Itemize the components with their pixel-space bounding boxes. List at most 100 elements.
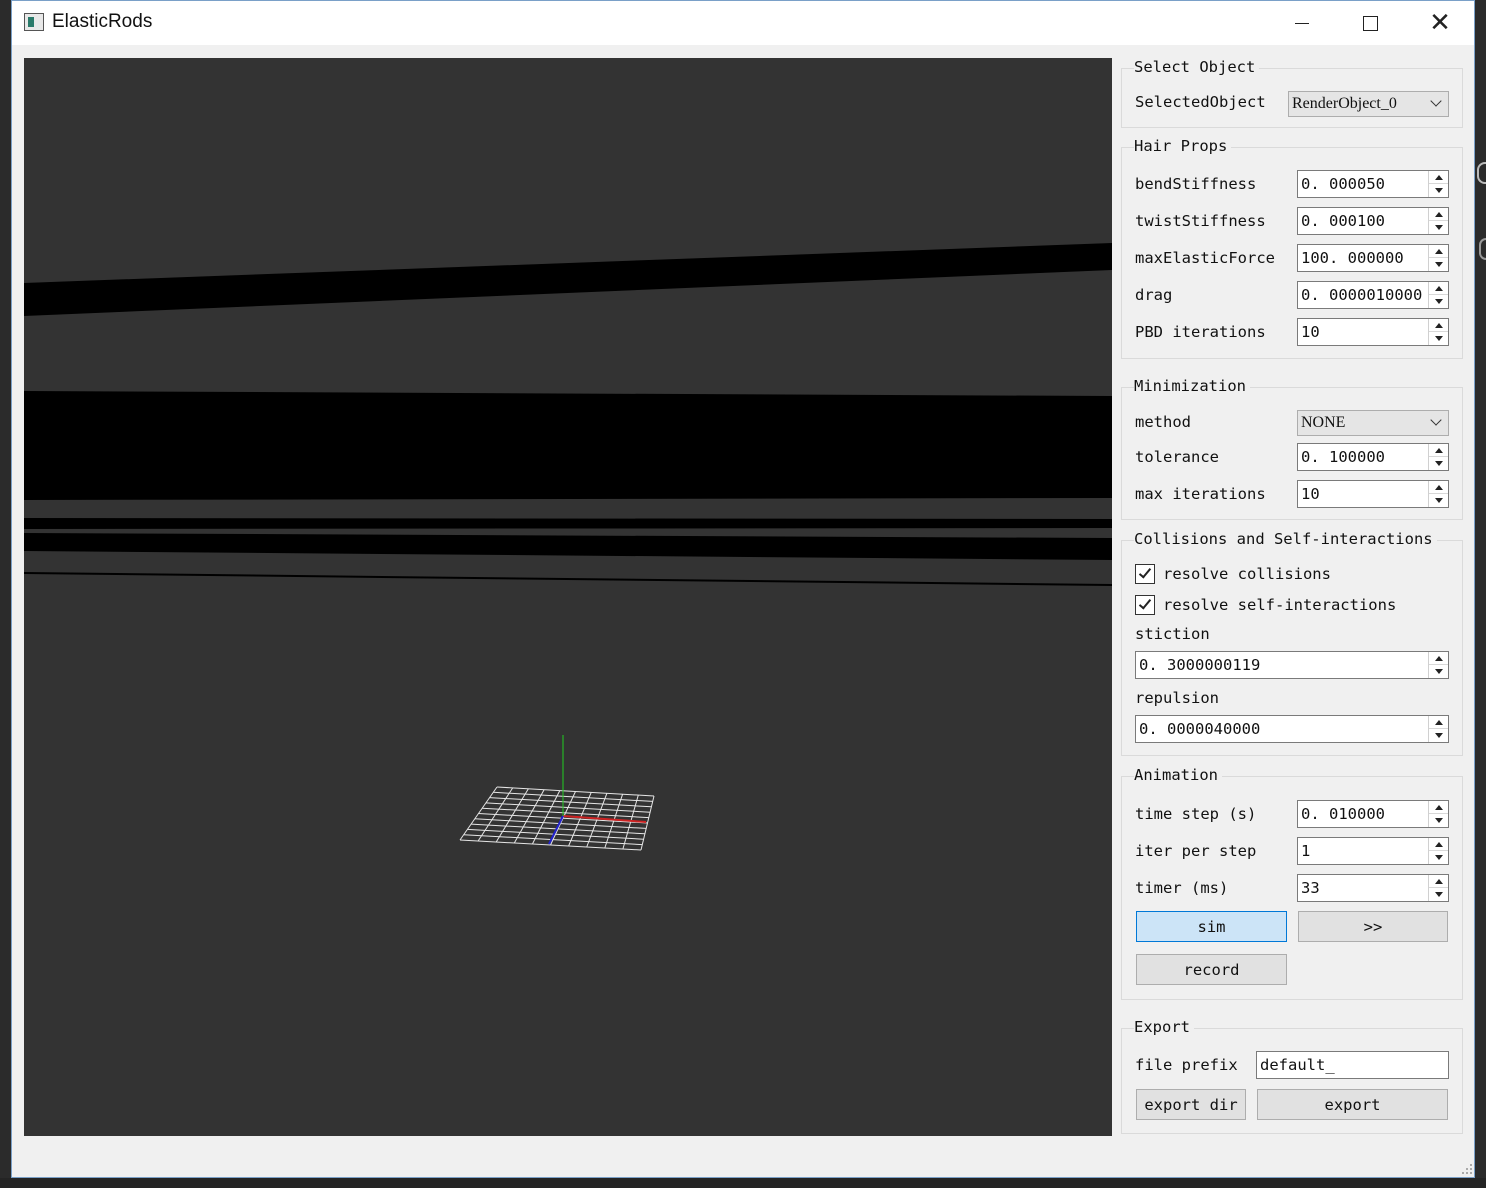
max-iterations-spinbox[interactable]: 10 — [1297, 480, 1449, 508]
spin-down-icon[interactable] — [1429, 295, 1448, 308]
spin-arrows[interactable] — [1428, 481, 1448, 507]
spin-arrows[interactable] — [1428, 282, 1448, 308]
spin-value: 33 — [1301, 879, 1320, 897]
max-elastic-force-label: maxElasticForce — [1135, 249, 1275, 267]
spin-arrows[interactable] — [1428, 208, 1448, 234]
export-dir-button[interactable]: export dir — [1136, 1089, 1246, 1120]
spin-down-icon[interactable] — [1429, 814, 1448, 827]
spin-arrows[interactable] — [1428, 716, 1448, 742]
spin-value: 100. 000000 — [1301, 249, 1404, 267]
spin-down-icon[interactable] — [1429, 221, 1448, 234]
background-window-fragment — [1479, 238, 1486, 260]
desktop-edge-left — [0, 0, 11, 1188]
spin-up-icon[interactable] — [1429, 282, 1448, 295]
method-label: method — [1135, 413, 1191, 431]
selected-object-combo[interactable]: RenderObject_0 — [1288, 91, 1449, 117]
file-prefix-label: file prefix — [1135, 1056, 1238, 1074]
control-panel: Select Object SelectedObject RenderObjec… — [1121, 58, 1466, 1138]
rod-strand — [24, 572, 1112, 586]
group-title: Minimization — [1134, 377, 1250, 395]
iter-per-step-spinbox[interactable]: 1 — [1297, 837, 1449, 865]
desktop-edge-bottom — [0, 1178, 1486, 1188]
spin-up-icon[interactable] — [1429, 481, 1448, 494]
timer-spinbox[interactable]: 33 — [1297, 874, 1449, 902]
sim-button[interactable]: sim — [1136, 911, 1287, 942]
window-title: ElasticRods — [52, 11, 153, 32]
minimize-button[interactable] — [1268, 1, 1336, 45]
file-prefix-input[interactable]: default_ — [1256, 1051, 1449, 1079]
spin-up-icon[interactable] — [1429, 652, 1448, 665]
combo-value: NONE — [1301, 414, 1346, 431]
bend-stiffness-label: bendStiffness — [1135, 175, 1257, 193]
resolve-collisions-checkbox[interactable] — [1135, 564, 1155, 584]
spin-up-icon[interactable] — [1429, 319, 1448, 332]
drag-spinbox[interactable]: 0. 0000010000 — [1297, 281, 1449, 309]
repulsion-spinbox[interactable]: 0. 0000040000 — [1135, 715, 1449, 743]
time-step-label: time step (s) — [1135, 805, 1257, 823]
spin-arrows[interactable] — [1428, 245, 1448, 271]
spin-up-icon[interactable] — [1429, 245, 1448, 258]
spin-down-icon[interactable] — [1429, 888, 1448, 901]
timer-label: timer (ms) — [1135, 879, 1229, 897]
spin-down-icon[interactable] — [1429, 729, 1448, 742]
chevron-down-icon — [1430, 95, 1442, 107]
checkmark-icon — [1138, 596, 1152, 610]
spin-down-icon[interactable] — [1429, 184, 1448, 197]
input-value: default_ — [1260, 1056, 1335, 1074]
title-bar[interactable]: ElasticRods ✕ — [12, 1, 1474, 45]
stiction-spinbox[interactable]: 0. 3000000119 — [1135, 651, 1449, 679]
export-button[interactable]: export — [1257, 1089, 1448, 1120]
3d-viewport[interactable] — [24, 58, 1112, 1136]
resolve-collisions-label[interactable]: resolve collisions — [1163, 565, 1331, 583]
spin-arrows[interactable] — [1428, 838, 1448, 864]
max-elastic-force-spinbox[interactable]: 100. 000000 — [1297, 244, 1449, 272]
spin-value: 0. 0000040000 — [1139, 720, 1261, 738]
twist-stiffness-spinbox[interactable]: 0. 000100 — [1297, 207, 1449, 235]
time-step-spinbox[interactable]: 0. 010000 — [1297, 800, 1449, 828]
group-hair-props: Hair Props bendStiffness 0. 000050 twist… — [1121, 137, 1463, 359]
spin-arrows[interactable] — [1428, 875, 1448, 901]
resize-grip[interactable] — [1462, 1164, 1472, 1174]
spin-up-icon[interactable] — [1429, 444, 1448, 457]
spin-arrows[interactable] — [1428, 444, 1448, 470]
pbd-iterations-spinbox[interactable]: 10 — [1297, 318, 1449, 346]
spin-down-icon[interactable] — [1429, 494, 1448, 507]
drag-label: drag — [1135, 286, 1173, 304]
max-iterations-label: max iterations — [1135, 485, 1266, 503]
resolve-self-interactions-checkbox[interactable] — [1135, 595, 1155, 615]
spin-down-icon[interactable] — [1429, 457, 1448, 470]
method-combo[interactable]: NONE — [1297, 410, 1449, 436]
record-button[interactable]: record — [1136, 954, 1287, 985]
group-animation: Animation time step (s) 0. 010000 iter p… — [1121, 766, 1463, 1000]
resolve-self-interactions-label[interactable]: resolve self-interactions — [1163, 596, 1396, 614]
group-title: Select Object — [1134, 58, 1260, 76]
close-button[interactable]: ✕ — [1406, 1, 1474, 45]
spin-arrows[interactable] — [1428, 801, 1448, 827]
step-forward-button[interactable]: >> — [1298, 911, 1448, 942]
spin-down-icon[interactable] — [1429, 258, 1448, 271]
spin-up-icon[interactable] — [1429, 875, 1448, 888]
group-title: Hair Props — [1134, 137, 1232, 155]
spin-up-icon[interactable] — [1429, 716, 1448, 729]
spin-up-icon[interactable] — [1429, 171, 1448, 184]
spin-up-icon[interactable] — [1429, 208, 1448, 221]
spin-arrows[interactable] — [1428, 171, 1448, 197]
spin-up-icon[interactable] — [1429, 838, 1448, 851]
spin-value: 0. 010000 — [1301, 805, 1385, 823]
rod-strand — [24, 533, 1112, 560]
pbd-iterations-label: PBD iterations — [1135, 323, 1266, 341]
spin-down-icon[interactable] — [1429, 851, 1448, 864]
iter-per-step-label: iter per step — [1135, 842, 1257, 860]
twist-stiffness-label: twistStiffness — [1135, 212, 1266, 230]
spin-down-icon[interactable] — [1429, 332, 1448, 345]
rod-strand — [24, 518, 1112, 529]
tolerance-spinbox[interactable]: 0. 100000 — [1297, 443, 1449, 471]
spin-down-icon[interactable] — [1429, 665, 1448, 678]
bend-stiffness-spinbox[interactable]: 0. 000050 — [1297, 170, 1449, 198]
rod-strand — [24, 243, 1112, 316]
maximize-button[interactable] — [1336, 1, 1404, 45]
spin-up-icon[interactable] — [1429, 801, 1448, 814]
spin-arrows[interactable] — [1428, 319, 1448, 345]
spin-arrows[interactable] — [1428, 652, 1448, 678]
repulsion-label: repulsion — [1135, 689, 1219, 707]
